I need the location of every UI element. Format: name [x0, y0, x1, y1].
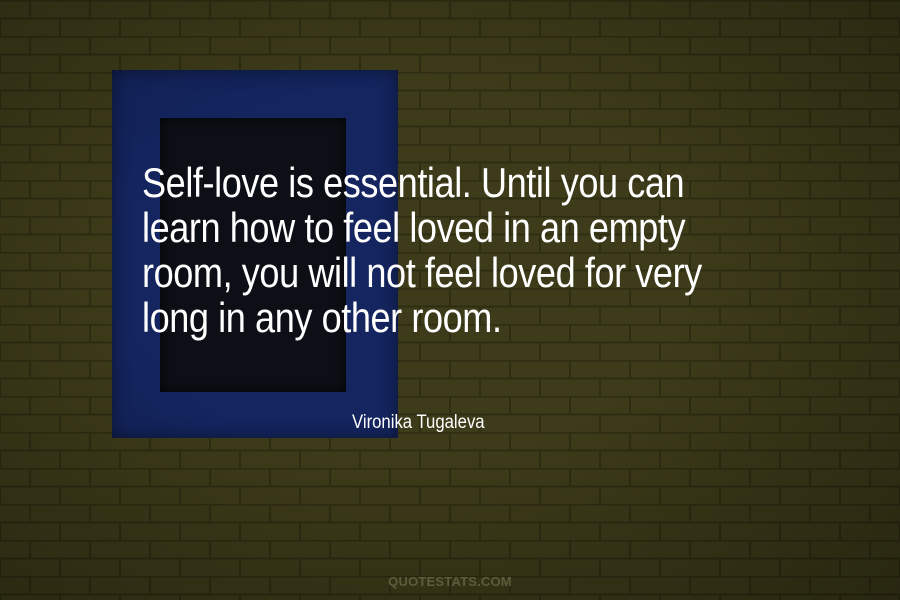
quote-author: Vironika Tugaleva [352, 412, 485, 433]
site-watermark: QUOTESTATS.COM [388, 574, 512, 589]
quote-text: Self-love is essential. Until you can le… [142, 159, 702, 341]
